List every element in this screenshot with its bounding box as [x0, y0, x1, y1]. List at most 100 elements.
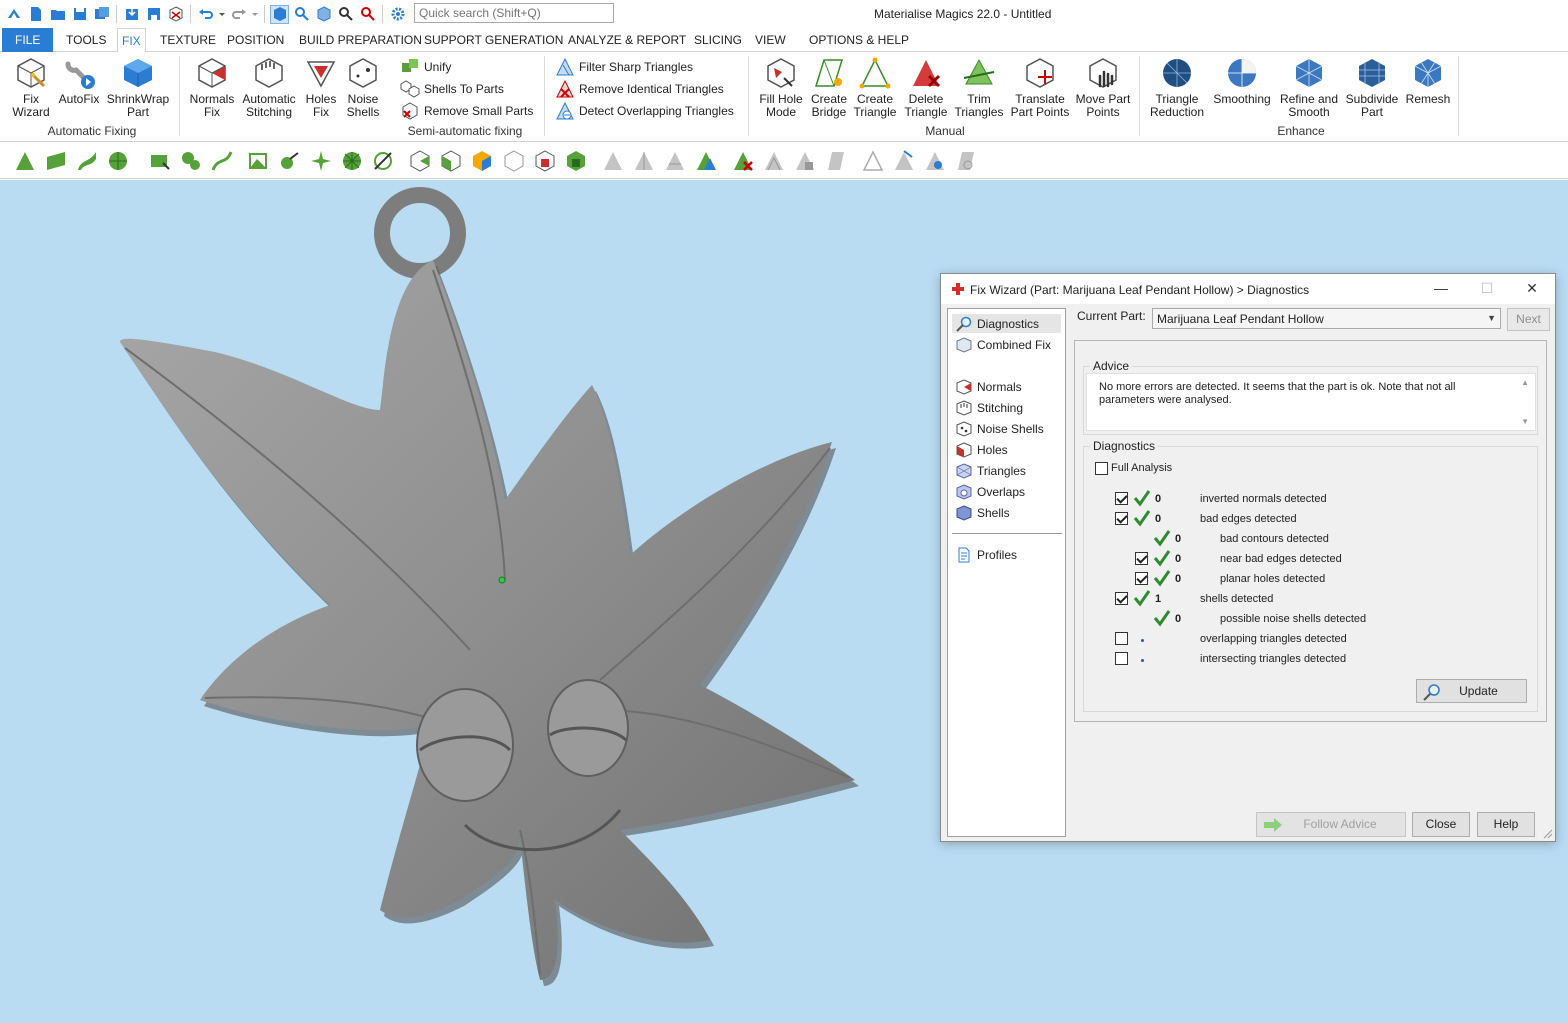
grey-hide-icon[interactable] [954, 149, 978, 173]
redo-icon[interactable] [229, 5, 248, 24]
unmark-shell-icon[interactable] [533, 149, 557, 173]
delete-triangle-button[interactable]: Delete Triangle [902, 56, 950, 119]
nav-profiles[interactable]: Profiles [952, 545, 1021, 564]
refine-and-smooth-button[interactable]: Refine and Smooth [1278, 56, 1340, 119]
remove-identical-triangles-button[interactable]: Remove Identical Triangles [555, 79, 724, 99]
nav-stitching[interactable]: Stitching [952, 398, 1027, 417]
redo-dropdown-icon[interactable] [251, 5, 259, 24]
triangle-reduction-button[interactable]: Triangle Reduction [1148, 56, 1206, 119]
grey-triangle-1-icon[interactable] [762, 149, 786, 173]
nav-overlaps[interactable]: Overlaps [952, 482, 1029, 501]
diagnostic-checkbox[interactable] [1115, 632, 1128, 645]
resize-grip-icon[interactable] [1543, 829, 1553, 839]
mark-color-icon[interactable] [470, 149, 494, 173]
nav-triangles[interactable]: Triangles [952, 461, 1030, 480]
normals-fix-button[interactable]: Normals Fix [188, 56, 236, 119]
grey-eye-icon[interactable] [923, 149, 947, 173]
mark-contour-icon[interactable] [278, 149, 302, 173]
scroll-up-icon[interactable]: ▲ [1521, 378, 1529, 387]
triangle-select-grey-icon[interactable] [601, 149, 625, 173]
view-part-icon[interactable] [314, 5, 333, 24]
next-button[interactable]: Next [1507, 308, 1550, 331]
nav-diagnostics[interactable]: Diagnostics [952, 314, 1061, 333]
delete-marked-icon[interactable] [731, 149, 755, 173]
autofix-button[interactable]: AutoFix [57, 56, 101, 106]
diagnostic-checkbox[interactable] [1135, 552, 1148, 565]
nav-combined-fix[interactable]: Combined Fix [952, 335, 1055, 354]
tab-file[interactable]: FILE [2, 28, 54, 52]
fill-hole-mode-button[interactable]: Fill Hole Mode [756, 56, 806, 119]
mark-part-icon[interactable] [408, 149, 432, 173]
app-logo-icon[interactable] [4, 5, 23, 24]
zoom-icon[interactable] [336, 5, 355, 24]
detect-overlapping-triangles-button[interactable]: Detect Overlapping Triangles [555, 101, 734, 121]
holes-fix-button[interactable]: Holes Fix [302, 56, 340, 119]
tab-view[interactable]: VIEW [751, 28, 790, 52]
grey-outline-icon[interactable] [861, 149, 885, 173]
close-button[interactable]: Close [1412, 812, 1470, 837]
mark-cutter-icon[interactable] [371, 149, 395, 173]
update-button[interactable]: Update [1416, 679, 1527, 703]
import-part-icon[interactable] [122, 5, 141, 24]
mark-region-icon[interactable] [247, 149, 271, 173]
smoothing-button[interactable]: Smoothing [1210, 56, 1274, 106]
tab-build-preparation[interactable]: BUILD PREPARATION [295, 28, 426, 52]
undo-dropdown-icon[interactable] [218, 5, 226, 24]
noise-shells-button[interactable]: Noise Shells [344, 56, 382, 119]
leaf-pendant-model[interactable] [0, 180, 940, 1023]
minimize-button[interactable]: — [1431, 280, 1451, 298]
trim-triangles-button[interactable]: Trim Triangles [954, 56, 1004, 119]
remove-small-parts-button[interactable]: Remove Small Parts [400, 101, 533, 121]
open-file-icon[interactable] [48, 5, 67, 24]
save-icon[interactable] [70, 5, 89, 24]
create-triangle-button[interactable]: Create Triangle [852, 56, 898, 119]
tab-options-help[interactable]: OPTIONS & HELP [805, 28, 913, 52]
tab-fix[interactable]: FIX [117, 28, 146, 53]
diagnostic-checkbox[interactable] [1115, 652, 1128, 665]
tab-texture[interactable]: TEXTURE [156, 28, 220, 52]
translate-part-points-button[interactable]: Translate Part Points [1008, 56, 1072, 119]
diagnostic-checkbox[interactable] [1115, 512, 1128, 525]
full-analysis-checkbox[interactable] [1095, 462, 1108, 475]
automatic-stitching-button[interactable]: Automatic Stitching [240, 56, 298, 119]
nav-holes[interactable]: Holes [952, 440, 1012, 459]
shrinkwrap-part-button[interactable]: ShrinkWrap Part [105, 56, 171, 119]
tab-slicing[interactable]: SLICING [690, 28, 746, 52]
scroll-down-icon[interactable]: ▼ [1521, 417, 1529, 426]
select-mode-icon[interactable] [270, 4, 289, 24]
quick-search-input[interactable] [414, 3, 614, 23]
zoom-out-icon[interactable] [358, 5, 377, 24]
tab-tools[interactable]: TOOLS [62, 28, 110, 52]
diagnostic-checkbox[interactable] [1115, 492, 1128, 505]
help-button[interactable]: Help [1477, 812, 1535, 837]
nav-shells[interactable]: Shells [952, 503, 1014, 522]
unify-button[interactable]: Unify [400, 57, 451, 77]
filter-sharp-triangles-button[interactable]: Filter Sharp Triangles [555, 57, 693, 77]
select-shell-icon[interactable] [106, 149, 130, 173]
zoom-part-icon[interactable] [292, 5, 311, 24]
grey-triangle-2-icon[interactable] [793, 149, 817, 173]
grey-plane-icon[interactable] [824, 149, 848, 173]
unload-part-icon[interactable] [166, 5, 185, 24]
lasso-line-icon[interactable] [210, 149, 234, 173]
dialog-title-bar[interactable]: Fix Wizard (Part: Marijuana Leaf Pendant… [941, 274, 1555, 304]
follow-advice-button[interactable]: Follow Advice [1256, 812, 1406, 837]
undo-icon[interactable] [196, 5, 215, 24]
mark-wheel-icon[interactable] [340, 149, 364, 173]
surface-select-grey-icon[interactable] [663, 149, 687, 173]
save-part-icon[interactable] [144, 5, 163, 24]
subdivide-part-button[interactable]: Subdivide Part [1344, 56, 1400, 119]
nav-noise-shells[interactable]: Noise Shells [952, 419, 1048, 438]
nav-normals[interactable]: Normals [952, 377, 1026, 396]
unmark-all-icon[interactable] [564, 149, 588, 173]
maximize-button[interactable]: ☐ [1477, 280, 1497, 298]
shell-select-color-icon[interactable] [694, 149, 718, 173]
new-file-icon[interactable] [26, 5, 45, 24]
select-surface-icon[interactable] [75, 149, 99, 173]
diagnostic-checkbox[interactable] [1115, 592, 1128, 605]
tab-support-generation[interactable]: SUPPORT GENERATION [420, 28, 567, 52]
diagnostic-checkbox[interactable] [1135, 572, 1148, 585]
create-bridge-button[interactable]: Create Bridge [808, 56, 850, 119]
mark-star-icon[interactable] [309, 149, 333, 173]
select-triangle-icon[interactable] [13, 149, 37, 173]
